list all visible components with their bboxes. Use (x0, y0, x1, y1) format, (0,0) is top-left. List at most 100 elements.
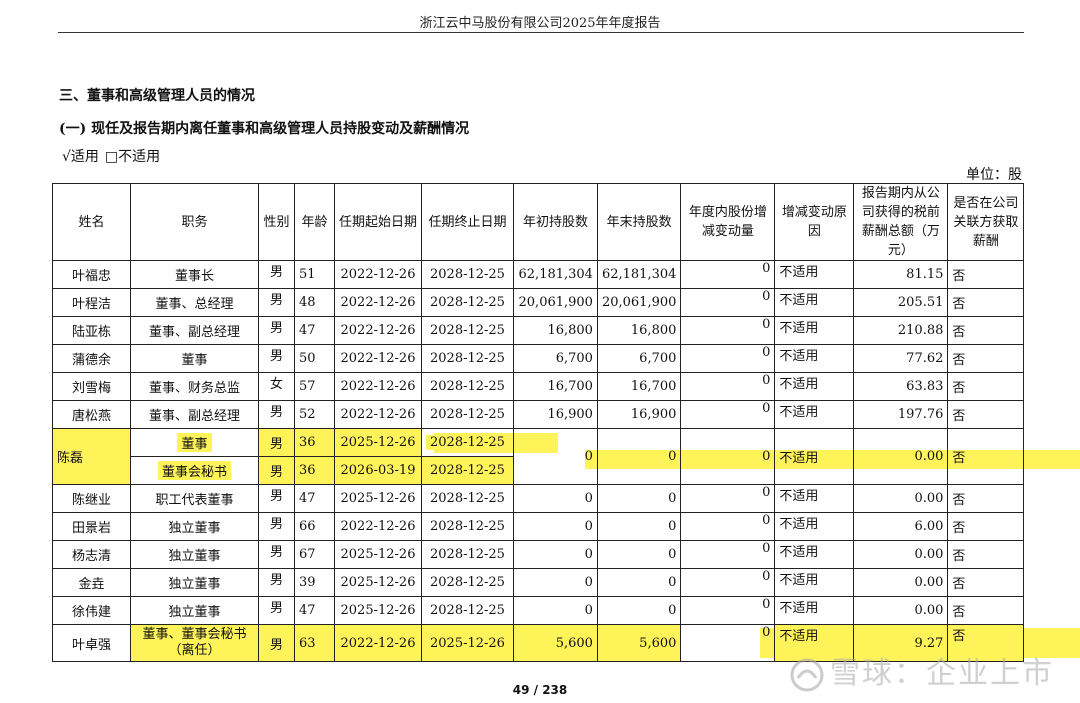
col-end: 任期终止日期 (421, 183, 514, 261)
cell-end-shares: 0 (596, 428, 682, 485)
executives-table: 姓名 职务 性别 年龄 任期起始日期 任期终止日期 年初持股数 年末持股数 年度… (52, 183, 1025, 662)
cell-end: 2028-12-25 (421, 400, 514, 429)
table-row: 刘雪梅 董事、财务总监女 57 2022-12-26 2028-12-25 16,700 1… (52, 372, 1025, 401)
cell-name: 杨志清 (52, 540, 131, 569)
col-position: 职务 (130, 183, 259, 261)
cell-salary: 0.00 (853, 484, 949, 513)
cell-reason: 不适用 (774, 540, 855, 569)
cell-start: 2025-12-26 (334, 540, 422, 569)
cell-age: 39 (294, 568, 335, 597)
cell-change: 0 (680, 484, 776, 513)
cell-change: 0 (680, 428, 776, 485)
table-row: 唐松燕 董事、副总经理男 52 2022-12-26 2028-12-25 16,900 1… (52, 400, 1025, 429)
cell-age: 57 (294, 372, 335, 401)
cell-gender: 男 (258, 428, 295, 457)
col-name: 姓名 (52, 183, 131, 261)
cell-position: 董事 (130, 428, 259, 457)
cell-end-shares: 62,181,304 (596, 260, 682, 289)
cell-end-shares: 0 (596, 512, 682, 541)
cell-change: 0 (680, 596, 776, 625)
cell-position: 董事、总经理 (130, 288, 259, 317)
cell-salary: 0.00 (853, 540, 949, 569)
table-header-row: 姓名 职务 性别 年龄 任期起始日期 任期终止日期 年初持股数 年末持股数 年度… (52, 183, 1025, 261)
cell-salary: 205.51 (853, 288, 949, 317)
cell-begin-shares: 16,800 (512, 316, 598, 345)
cell-begin-shares: 6,700 (512, 344, 598, 373)
cell-related: 否 (947, 568, 1025, 597)
cell-gender: 女 (258, 372, 295, 401)
cell-related: 否 (947, 484, 1025, 513)
cell-name: 陈磊 (52, 428, 131, 485)
cell-salary: 63.83 (853, 372, 949, 401)
cell-change: 0 (680, 512, 776, 541)
table-row-chenlei-1: 陈磊 董事男 36 2025-12-26 2028-12-25 0 0 0 不适用 0.00 否 (52, 428, 1025, 485)
col-change: 年度内股份增减变动量 (680, 183, 776, 261)
cell-reason: 不适用 (774, 568, 855, 597)
cell-position: 董事长 (130, 260, 259, 289)
cell-age: 52 (294, 400, 335, 429)
cell-begin-shares: 0 (512, 428, 598, 485)
cell-related: 否 (947, 596, 1025, 625)
cell-related: 否 (947, 288, 1025, 317)
cell-start: 2022-12-26 (334, 288, 422, 317)
cell-start: 2026-03-19 (334, 456, 422, 485)
table-row: 陈继业 职工代表董事男 47 2025-12-26 2028-12-25 0 0 0 不适用 0.… (52, 484, 1025, 513)
cell-change: 0 (680, 372, 776, 401)
report-header-title: 浙江云中马股份有限公司2025年年度报告 (419, 16, 661, 31)
cell-gender: 男 (258, 540, 295, 569)
cell-start: 2022-12-26 (334, 344, 422, 373)
cell-start: 2022-12-26 (334, 372, 422, 401)
cell-end: 2028-12-25 (421, 344, 514, 373)
cell-related: 否 (947, 316, 1025, 345)
cell-reason: 不适用 (774, 400, 855, 429)
cell-change: 0 (680, 624, 776, 662)
header-rule (58, 32, 1024, 33)
cell-end-shares: 20,061,900 (596, 288, 682, 317)
cell-related: 否 (947, 344, 1025, 373)
cell-reason: 不适用 (774, 372, 855, 401)
cell-position: 董事、董事会秘书 （离任） (130, 624, 259, 662)
col-age: 年龄 (294, 183, 335, 261)
cell-age: 63 (294, 624, 335, 662)
cell-name: 金垚 (52, 568, 131, 597)
cell-gender: 男 (258, 484, 295, 513)
cell-name: 蒲德余 (52, 344, 131, 373)
cell-reason: 不适用 (774, 512, 855, 541)
cell-end: 2028-12-25 (421, 260, 514, 289)
unit-label: 单位：股 (966, 167, 1022, 183)
cell-gender: 男 (258, 316, 295, 345)
cell-start: 2022-12-26 (334, 624, 422, 662)
cell-name: 陈继业 (52, 484, 131, 513)
cell-position: 独立董事 (130, 568, 259, 597)
cell-age: 51 (294, 260, 335, 289)
cell-position-text: 董事会秘书 (157, 461, 231, 480)
cell-gender: 男 (258, 344, 295, 373)
cell-gender: 男 (258, 624, 295, 662)
cell-position: 董事、财务总监 (130, 372, 259, 401)
cell-end-shares: 16,800 (596, 316, 682, 345)
cell-change: 0 (680, 400, 776, 429)
cell-reason: 不适用 (774, 344, 855, 373)
cell-position: 董事、副总经理 (130, 316, 259, 345)
cell-name: 田景岩 (52, 512, 131, 541)
cell-age: 66 (294, 512, 335, 541)
cell-gender: 男 (258, 260, 295, 289)
table-row: 蒲德余 董事男 50 2022-12-26 2028-12-25 6,700 6,700 0 不… (52, 344, 1025, 373)
position-line-1: 董事、董事会秘书 (142, 627, 247, 642)
cell-end: 2028-12-25 (421, 372, 514, 401)
table-row: 陆亚栋 董事、副总经理男 47 2022-12-26 2028-12-25 16,800 1… (52, 316, 1025, 345)
cell-change: 0 (680, 260, 776, 289)
cell-gender: 男 (258, 288, 295, 317)
cell-end: 2028-12-25 (421, 456, 514, 485)
cell-age: 36 (294, 456, 335, 485)
cell-begin-shares: 0 (512, 512, 598, 541)
cell-reason: 不适用 (774, 316, 855, 345)
cell-name: 刘雪梅 (52, 372, 131, 401)
cell-name: 陆亚栋 (52, 316, 131, 345)
cell-name: 叶卓强 (52, 624, 131, 662)
cell-position: 独立董事 (130, 512, 259, 541)
cell-position: 独立董事 (130, 596, 259, 625)
cell-age: 48 (294, 288, 335, 317)
cell-begin-shares: 20,061,900 (512, 288, 598, 317)
cell-start: 2022-12-26 (334, 260, 422, 289)
